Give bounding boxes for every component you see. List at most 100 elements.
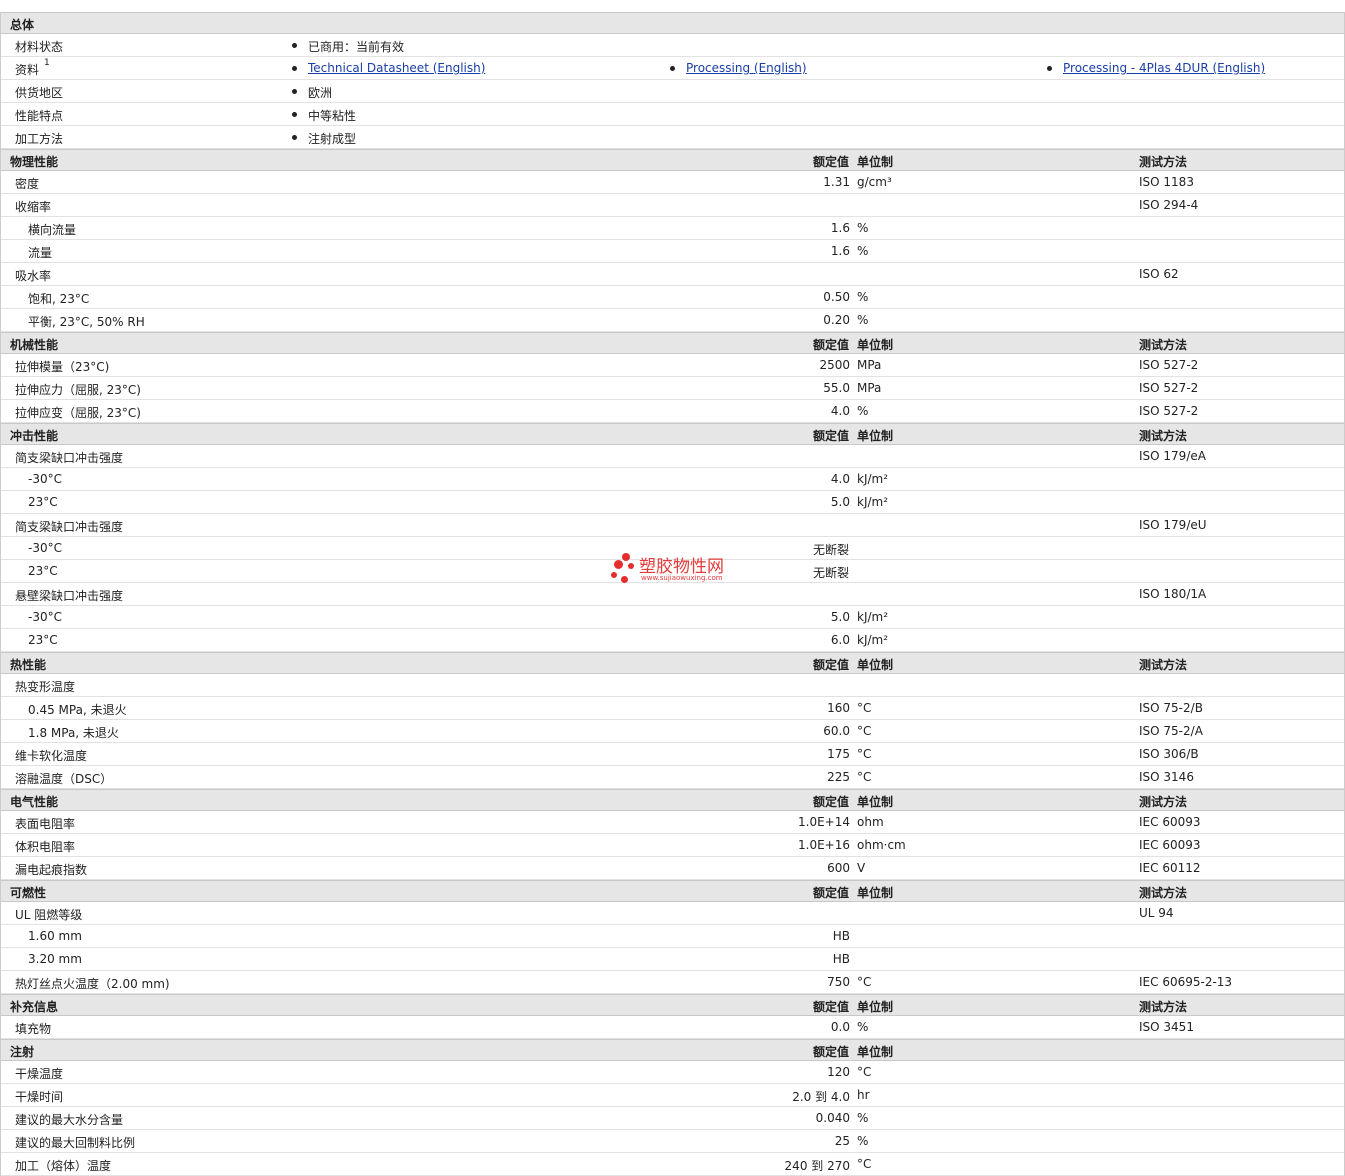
column-header-unit: 单位制 — [857, 338, 894, 352]
table-row: 维卡软化温度 175 °C ISO 306/B — [1, 743, 1344, 766]
property-value: 160 — [827, 701, 850, 715]
column-header-method: 测试方法 — [1139, 886, 1188, 900]
bullet-icon — [292, 135, 297, 140]
table-row: 性能特点 中等粘性 — [1, 103, 1344, 126]
section-header: 冲击性能 额定值 单位制 测试方法 — [1, 423, 1344, 445]
property-unit: g/cm³ — [857, 175, 892, 189]
table-row: 3.20 mm HB — [1, 948, 1344, 971]
table-row: 表面电阻率 1.0E+14 ohm IEC 60093 — [1, 811, 1344, 834]
property-label: 建议的最大回制料比例 — [15, 1136, 136, 1150]
section-header: 热性能 额定值 单位制 测试方法 — [1, 652, 1344, 674]
property-value: 120 — [827, 1065, 850, 1079]
property-label: -30°C — [28, 472, 62, 486]
property-label: 加工方法 — [15, 132, 64, 146]
property-value: 无断裂 — [813, 543, 850, 557]
table-row: 体积电阻率 1.0E+16 ohm·cm IEC 60093 — [1, 834, 1344, 857]
property-label: 饱和, 23°C — [28, 292, 90, 306]
property-label: 简支梁缺口冲击强度 — [15, 520, 124, 534]
property-label: 建议的最大水分含量 — [15, 1113, 124, 1127]
property-value: 60.0 — [823, 724, 850, 738]
property-value: 1.6 — [830, 244, 850, 258]
property-value: 1.31 — [823, 175, 850, 189]
property-value: 注射成型 — [308, 132, 357, 146]
property-value: 750 — [827, 975, 850, 989]
property-unit: % — [857, 313, 869, 327]
test-method: IEC 60112 — [1139, 861, 1201, 875]
property-value: 55.0 — [823, 381, 850, 395]
test-method: ISO 306/B — [1139, 747, 1199, 761]
section-title: 补充信息 — [10, 1000, 59, 1014]
test-method: ISO 527-2 — [1139, 381, 1199, 395]
property-unit: °C — [857, 701, 872, 715]
table-row: 1.8 MPa, 未退火 60.0 °C ISO 75-2/A — [1, 720, 1344, 743]
property-label: 23°C — [28, 495, 58, 509]
table-row: 收缩率 ISO 294-4 — [1, 194, 1344, 217]
document-link[interactable]: Processing - 4Plas 4DUR (English) — [1063, 61, 1265, 75]
column-header-unit: 单位制 — [857, 155, 894, 169]
property-label: 1.8 MPa, 未退火 — [28, 726, 119, 740]
property-label: 维卡软化温度 — [15, 749, 88, 763]
table-row: 0.45 MPa, 未退火 160 °C ISO 75-2/B — [1, 697, 1344, 720]
test-method: ISO 1183 — [1139, 175, 1194, 189]
property-unit: MPa — [857, 381, 882, 395]
section-header: 电气性能 额定值 单位制 测试方法 — [1, 789, 1344, 811]
section-header: 注射 额定值 单位制 — [1, 1039, 1344, 1061]
property-unit: °C — [857, 1065, 872, 1079]
table-row: 23°C 6.0 kJ/m² — [1, 629, 1344, 652]
property-unit: kJ/m² — [857, 633, 889, 647]
table-row: 干燥时间 2.0 到 4.0 hr — [1, 1084, 1344, 1107]
property-value: 4.0 — [830, 472, 850, 486]
property-label: 拉伸应变（屈服, 23°C) — [15, 406, 141, 420]
table-row: 密度 1.31 g/cm³ ISO 1183 — [1, 171, 1344, 194]
column-header-value: 额定值 — [812, 155, 849, 169]
property-label: 悬壁梁缺口冲击强度 — [15, 589, 124, 603]
property-label: -30°C — [28, 541, 62, 555]
property-label: 拉伸模量（23°C) — [15, 360, 110, 374]
property-unit: kJ/m² — [857, 610, 889, 624]
column-header-value: 额定值 — [812, 795, 849, 809]
table-row: 简支梁缺口冲击强度 ISO 179/eA — [1, 445, 1344, 468]
document-link[interactable]: Technical Datasheet (English) — [308, 61, 485, 75]
property-label: 收缩率 — [15, 200, 52, 214]
property-label: 0.45 MPa, 未退火 — [28, 703, 127, 717]
property-label: 流量 — [28, 246, 53, 260]
property-value: 0.50 — [823, 290, 850, 304]
property-value: 5.0 — [830, 610, 850, 624]
property-unit: MPa — [857, 358, 882, 372]
property-label: 干燥时间 — [15, 1090, 64, 1104]
property-value: 0.20 — [823, 313, 850, 327]
property-unit: % — [857, 290, 869, 304]
property-value: 175 — [827, 747, 850, 761]
column-header-value: 额定值 — [812, 338, 849, 352]
property-value: 1.6 — [830, 221, 850, 235]
property-value: 5.0 — [830, 495, 850, 509]
test-method: IEC 60695-2-13 — [1139, 975, 1233, 989]
property-value: HB — [832, 929, 850, 943]
column-header-method: 测试方法 — [1139, 658, 1188, 672]
property-label: 热变形温度 — [15, 680, 76, 694]
table-row: 热灯丝点火温度（2.00 mm) 750 °C IEC 60695-2-13 — [1, 971, 1344, 994]
table-row: 供货地区 欧洲 — [1, 80, 1344, 103]
property-label: 体积电阻率 — [15, 840, 76, 854]
table-row: UL 阻燃等级 UL 94 — [1, 902, 1344, 925]
table-row: 拉伸应力（屈服, 23°C) 55.0 MPa ISO 527-2 — [1, 377, 1344, 400]
property-unit: °C — [857, 724, 872, 738]
table-row: 1.60 mm HB — [1, 925, 1344, 948]
property-unit: % — [857, 1134, 869, 1148]
section-title: 注射 — [10, 1045, 35, 1059]
test-method: ISO 3146 — [1139, 770, 1194, 784]
column-header-unit: 单位制 — [857, 658, 894, 672]
property-unit: ohm·cm — [857, 838, 906, 852]
section-title: 热性能 — [10, 658, 47, 672]
property-label: 供货地区 — [15, 86, 64, 100]
section-header: 物理性能 额定值 单位制 测试方法 — [1, 149, 1344, 171]
property-label: 表面电阻率 — [15, 817, 76, 831]
property-label: 平衡, 23°C, 50% RH — [28, 315, 145, 329]
table-row: 建议的最大回制料比例 25% — [1, 1130, 1344, 1153]
column-header-method: 测试方法 — [1139, 1000, 1188, 1014]
document-link[interactable]: Processing (English) — [686, 61, 807, 75]
table-row: -30°C 4.0 kJ/m² — [1, 468, 1344, 491]
column-header-method: 测试方法 — [1139, 429, 1188, 443]
column-header-unit: 单位制 — [857, 1000, 894, 1014]
property-unit: % — [857, 1020, 869, 1034]
